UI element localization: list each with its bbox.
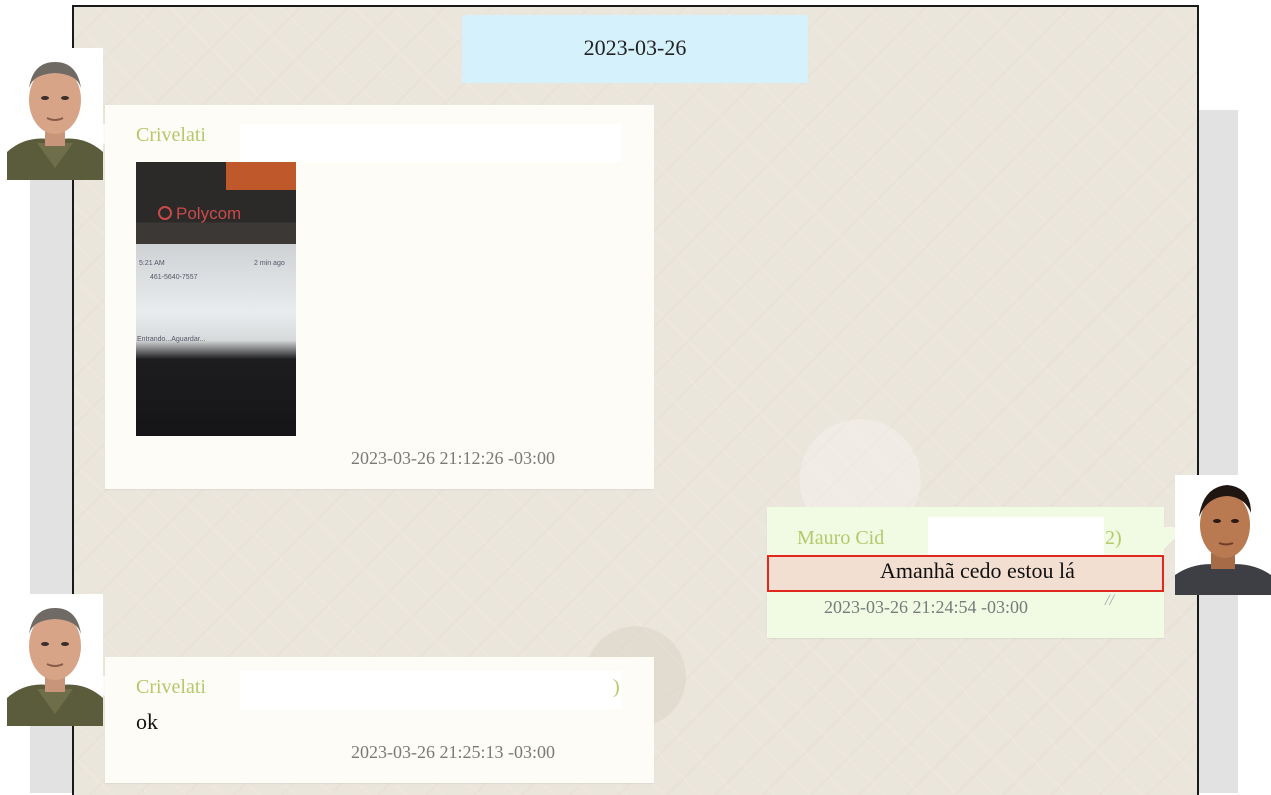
contact-avatar[interactable] xyxy=(7,48,103,180)
sender-suffix: ) xyxy=(613,676,620,698)
contact-avatar[interactable] xyxy=(1175,475,1271,595)
photo-screen-text: 461-5640-7557 xyxy=(150,274,198,281)
redaction-box xyxy=(928,517,1104,555)
message-text: Amanhã cedo estou lá xyxy=(880,558,1075,583)
image-attachment[interactable]: Polycom 5:21 AM 2 min ago 461-5640-7557 … xyxy=(136,162,296,436)
message-timestamp: 2023-03-26 21:24:54 -03:00 xyxy=(824,597,1028,617)
sender-suffix: 2) xyxy=(1105,527,1122,549)
photo-brand-text: Polycom xyxy=(176,204,242,223)
message-timestamp: 2023-03-26 21:12:26 -03:00 xyxy=(351,448,555,468)
redaction-box xyxy=(240,124,622,162)
date-separator: 2023-03-26 xyxy=(462,15,808,83)
sender-name: Crivelati xyxy=(136,676,206,698)
polycom-logo-icon xyxy=(158,206,172,220)
sender-name: Mauro Cid xyxy=(797,527,885,549)
contact-avatar[interactable] xyxy=(7,594,103,726)
photo-screen-text: Entrando...Aguardar... xyxy=(137,336,206,343)
sender-name: Crivelati xyxy=(136,124,206,146)
photo-screen-text: 5:21 AM xyxy=(139,260,165,267)
message-timestamp: 2023-03-26 21:25:13 -03:00 xyxy=(351,742,555,762)
message-text: ok xyxy=(136,709,158,734)
photo-screen-text: 2 min ago xyxy=(254,260,285,267)
redaction-box xyxy=(240,671,622,709)
double-check-icon: // xyxy=(1105,592,1114,609)
